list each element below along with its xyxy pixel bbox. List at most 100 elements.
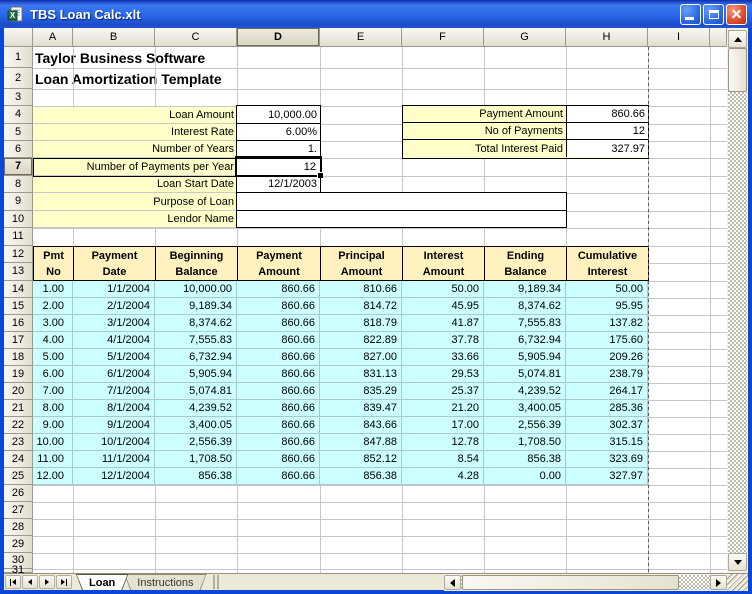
cell[interactable]: 831.13 [320,366,402,383]
row-header-27[interactable]: 27 [4,502,33,519]
cell[interactable]: 5,905.94 [155,366,237,383]
row-header-22[interactable]: 22 [4,417,33,434]
row-header-3[interactable]: 3 [4,89,33,106]
cell[interactable]: 10,000.00 [155,281,237,298]
column-header-A[interactable]: A [33,28,73,47]
row-header-13[interactable]: 13 [4,263,33,281]
row-header-20[interactable]: 20 [4,383,33,400]
input-value[interactable]: 10,000.00 [236,105,321,124]
cell[interactable]: 12.78 [402,434,484,451]
vertical-scrollbar[interactable] [727,28,748,573]
tab-split-handle[interactable] [213,575,219,589]
vertical-scroll-track[interactable] [728,30,747,571]
cell[interactable]: 5/1/2004 [73,349,155,366]
cell[interactable]: 4,239.52 [155,400,237,417]
amortization-header-cell[interactable]: PrincipalAmount [320,246,403,281]
input-label[interactable]: Number of Years [33,141,237,158]
cell[interactable]: 10.00 [33,434,73,451]
cell[interactable]: 41.87 [402,315,484,332]
amortization-header-cell[interactable]: EndingBalance [484,246,567,281]
scroll-down-button[interactable] [728,553,747,571]
cell[interactable]: 3/1/2004 [73,315,155,332]
cell[interactable]: 323.69 [566,451,648,468]
column-header-C[interactable]: C [155,28,237,47]
tab-loan[interactable]: Loan [76,574,128,590]
cell[interactable]: 822.89 [320,332,402,349]
row-header-18[interactable]: 18 [4,349,33,366]
row-header-17[interactable]: 17 [4,332,33,349]
summary-value[interactable]: 327.97 [567,140,648,157]
cell[interactable]: 818.79 [320,315,402,332]
column-header-partial[interactable] [710,28,727,47]
amortization-header-cell[interactable]: PaymentAmount [237,246,321,281]
row-header-29[interactable]: 29 [4,536,33,553]
input-label[interactable]: Number of Payments per Year [33,158,237,176]
cell[interactable]: 8.54 [402,451,484,468]
horizontal-scroll-thumb[interactable] [462,575,679,590]
input-value[interactable]: 6.00% [236,123,321,141]
tab-scroll-next-button[interactable] [39,575,55,589]
maximize-button[interactable] [703,4,724,25]
cell[interactable]: 17.00 [402,417,484,434]
cell[interactable]: 5,905.94 [484,349,566,366]
cell[interactable]: 9/1/2004 [73,417,155,434]
title-cell-template[interactable]: Loan Amortization Template [35,68,455,89]
column-header-H[interactable]: H [566,28,648,47]
cell[interactable]: 810.66 [320,281,402,298]
tab-scroll-prev-button[interactable] [22,575,38,589]
amortization-header-cell[interactable]: InterestAmount [402,246,485,281]
cell[interactable]: 2/1/2004 [73,298,155,315]
cell[interactable]: 860.66 [237,417,320,434]
cell[interactable]: 315.15 [566,434,648,451]
cell[interactable]: 95.95 [566,298,648,315]
cell[interactable]: 860.66 [237,349,320,366]
input-label[interactable]: Purpose of Loan [33,193,237,211]
cell[interactable]: 860.66 [237,434,320,451]
excel-file-icon[interactable]: X [7,6,24,23]
row-header-24[interactable]: 24 [4,451,33,468]
row-header-28[interactable]: 28 [4,519,33,536]
cell[interactable]: 2,556.39 [155,434,237,451]
row-header-7[interactable]: 7 [4,158,33,176]
input-value[interactable] [236,210,567,228]
amortization-header-cell[interactable]: PmtNo [33,246,74,281]
column-header-I[interactable]: I [648,28,710,47]
cell[interactable]: 3,400.05 [484,400,566,417]
cell[interactable]: 4,239.52 [484,383,566,400]
cell[interactable]: 860.66 [237,383,320,400]
cell[interactable]: 12.00 [33,468,73,485]
title-cell-company[interactable]: Taylor Business Software [35,47,455,68]
minimize-button[interactable] [680,4,701,25]
cell[interactable]: 3,400.05 [155,417,237,434]
tab-scroll-last-button[interactable] [56,575,72,589]
summary-value[interactable]: 12 [567,123,648,139]
cell[interactable]: 847.88 [320,434,402,451]
scroll-right-button[interactable] [710,575,727,590]
summary-value[interactable]: 860.66 [567,106,648,122]
close-button[interactable] [726,4,747,25]
row-header-14[interactable]: 14 [4,281,33,298]
cell[interactable]: 860.66 [237,298,320,315]
cell[interactable]: 12/1/2004 [73,468,155,485]
cell[interactable]: 21.20 [402,400,484,417]
cell[interactable]: 9.00 [33,417,73,434]
row-header-16[interactable]: 16 [4,315,33,332]
select-all-corner[interactable] [4,28,33,47]
cell[interactable]: 860.66 [237,400,320,417]
amortization-header-cell[interactable]: BeginningBalance [155,246,238,281]
cell[interactable]: 1/1/2004 [73,281,155,298]
row-header-1[interactable]: 1 [4,47,33,68]
cell[interactable]: 137.82 [566,315,648,332]
row-header-26[interactable]: 26 [4,485,33,502]
cell[interactable]: 814.72 [320,298,402,315]
cell[interactable]: 827.00 [320,349,402,366]
cell[interactable]: 8/1/2004 [73,400,155,417]
cell[interactable]: 860.66 [237,281,320,298]
row-header-15[interactable]: 15 [4,298,33,315]
cell[interactable]: 37.78 [402,332,484,349]
amortization-header-cell[interactable]: PaymentDate [73,246,156,281]
row-header-10[interactable]: 10 [4,211,33,228]
cell[interactable]: 860.66 [237,315,320,332]
cell[interactable]: 835.29 [320,383,402,400]
row-header-12[interactable]: 12 [4,246,33,263]
